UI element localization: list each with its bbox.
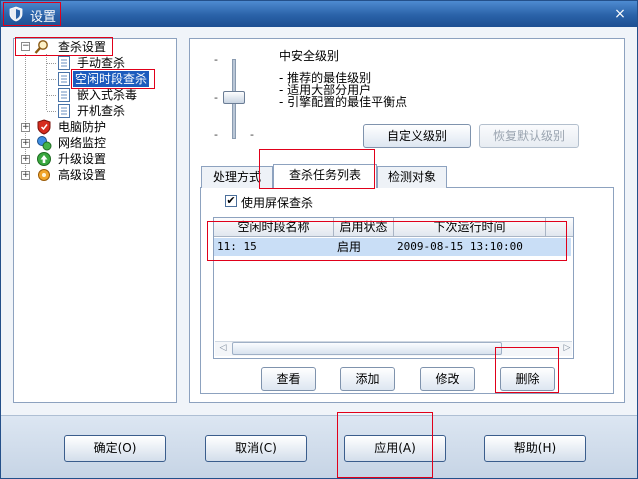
ok-button[interactable]: 确定(O) [64,435,166,462]
tree-item-idle-scan[interactable]: 空闲时段查杀 [73,71,150,87]
magnifier-scan-icon [34,40,48,54]
tree-item-label: 开机查杀 [77,104,126,118]
tab-detection-objects[interactable]: 检测对象 [377,166,447,188]
edit-button[interactable]: 修改 [420,367,475,391]
app-shield-icon [9,6,23,22]
tree-item-boot-scan[interactable]: 开机查杀 [75,103,127,119]
help-button[interactable]: 帮助(H) [484,435,586,462]
tree-item-embedded-scan[interactable]: 嵌入式杀毒 [75,87,139,103]
tree-item-label: 查杀设置 [58,40,107,54]
cancel-button[interactable]: 取消(C) [205,435,307,462]
apply-button[interactable]: 应用(A) [344,435,446,462]
delete-button[interactable]: 删除 [500,367,555,391]
add-button[interactable]: 添加 [340,367,395,391]
expand-toggle[interactable]: + [21,139,30,148]
tree-item-update-settings[interactable]: 升级设置 [56,151,108,167]
slider-tick: - [250,128,254,141]
level-description: - 引擎配置的最佳平衡点 [279,95,408,109]
slider-tick: - [214,91,218,104]
collapse-toggle[interactable]: − [21,42,30,51]
tree-item-manual-scan[interactable]: 手动查杀 [75,55,127,71]
tree-item-network-monitor[interactable]: 网络监控 [56,135,108,151]
advanced-icon [38,169,50,181]
update-icon [37,152,51,166]
tab-handling-method[interactable]: 处理方式 [201,166,273,188]
settings-window: 设置 × − 查杀设置 手动查杀 空闲时段查杀 嵌入式杀毒 开机查杀 + 电脑防… [0,0,638,479]
tree-item-label: 空闲时段查杀 [73,71,150,87]
column-header-next-run[interactable]: 下次运行时间 [394,218,546,237]
scrollbar-thumb[interactable] [232,342,502,355]
custom-level-button[interactable]: 自定义级别 [363,124,471,148]
title-bar: 设置 × [1,1,637,27]
window-title: 设置 [30,10,57,25]
tree-item-label: 嵌入式杀毒 [77,88,138,102]
slider-thumb[interactable] [223,91,245,104]
document-icon [58,104,70,118]
scroll-left-icon[interactable]: ◁ [217,342,229,355]
tree-item-label: 高级设置 [58,168,107,182]
task-status: 启用 [337,240,362,254]
scroll-right-icon[interactable]: ▷ [561,342,573,355]
document-icon [58,72,70,86]
tree-item-pc-protection[interactable]: 电脑防护 [56,119,108,135]
tree-item-label: 手动查杀 [77,56,126,70]
expand-toggle[interactable]: + [21,123,30,132]
tree-item-advanced-settings[interactable]: 高级设置 [56,167,108,183]
column-header-name[interactable]: 空闲时段名称 [214,218,334,237]
restore-default-level-button[interactable]: 恢复默认级别 [479,124,579,148]
screensaver-scan-checkbox[interactable]: ✔ [225,195,237,207]
close-icon[interactable]: × [611,5,629,23]
task-next-run: 2009-08-15 13:10:00 [397,240,523,253]
column-header-extra[interactable] [546,218,573,237]
slider-tick: - [214,128,218,141]
shield-icon [37,119,51,135]
expand-toggle[interactable]: + [21,171,30,180]
tree-item-scan-settings[interactable]: 查杀设置 [56,39,108,55]
network-icon [37,136,52,151]
column-header-status[interactable]: 启用状态 [334,218,394,237]
document-icon [58,88,70,102]
tree-item-label: 网络监控 [58,136,107,150]
tree-item-label: 升级设置 [58,152,107,166]
slider-tick: - [214,53,218,66]
document-icon [58,56,70,70]
task-name: 11: 15 [217,240,257,253]
tab-scan-task-list[interactable]: 查杀任务列表 [273,164,377,188]
screensaver-scan-label: 使用屏保查杀 [241,196,314,210]
security-level-title: 中安全级别 [279,49,340,63]
tree-item-label: 电脑防护 [58,120,107,134]
expand-toggle[interactable]: + [21,155,30,164]
view-button[interactable]: 查看 [261,367,316,391]
